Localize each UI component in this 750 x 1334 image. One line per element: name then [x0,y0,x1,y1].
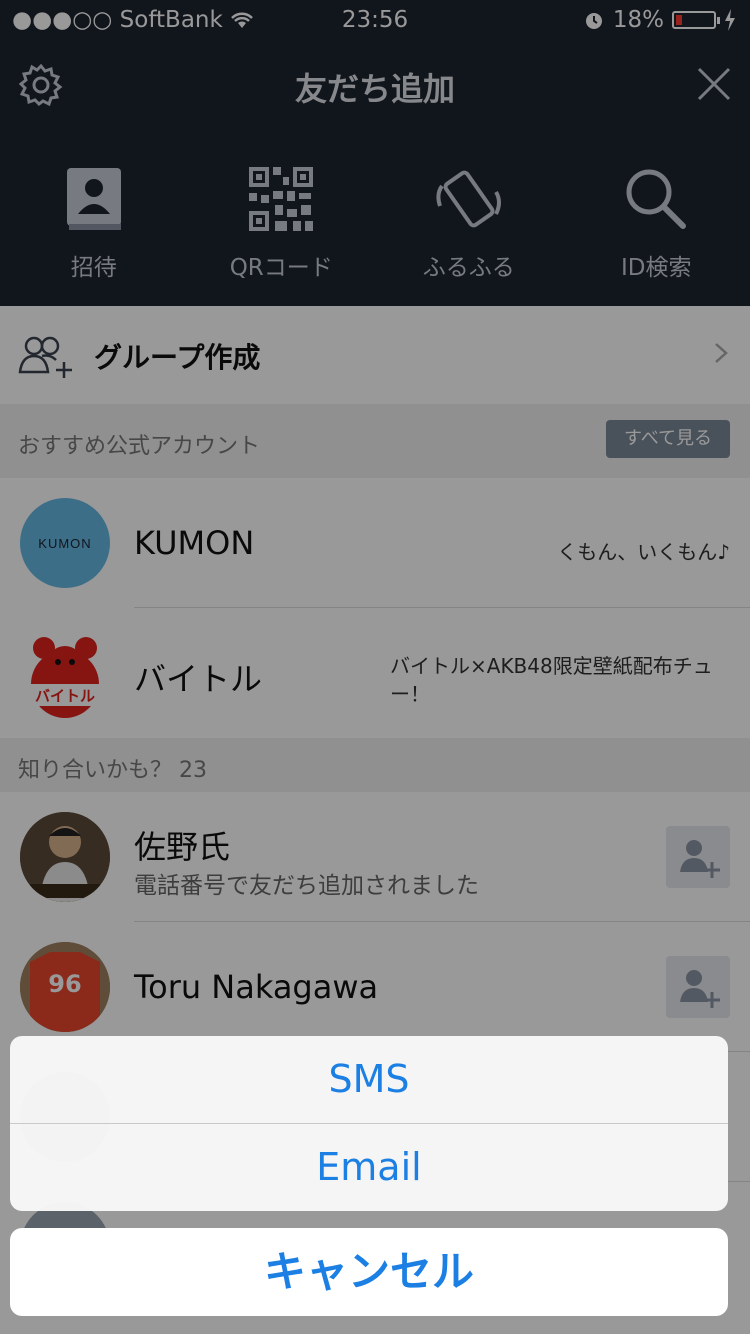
email-option-button[interactable]: Email [10,1124,728,1211]
sms-option-button[interactable]: SMS [10,1036,728,1123]
action-sheet: SMS Email [10,1036,728,1211]
cancel-button[interactable]: キャンセル [10,1228,728,1316]
